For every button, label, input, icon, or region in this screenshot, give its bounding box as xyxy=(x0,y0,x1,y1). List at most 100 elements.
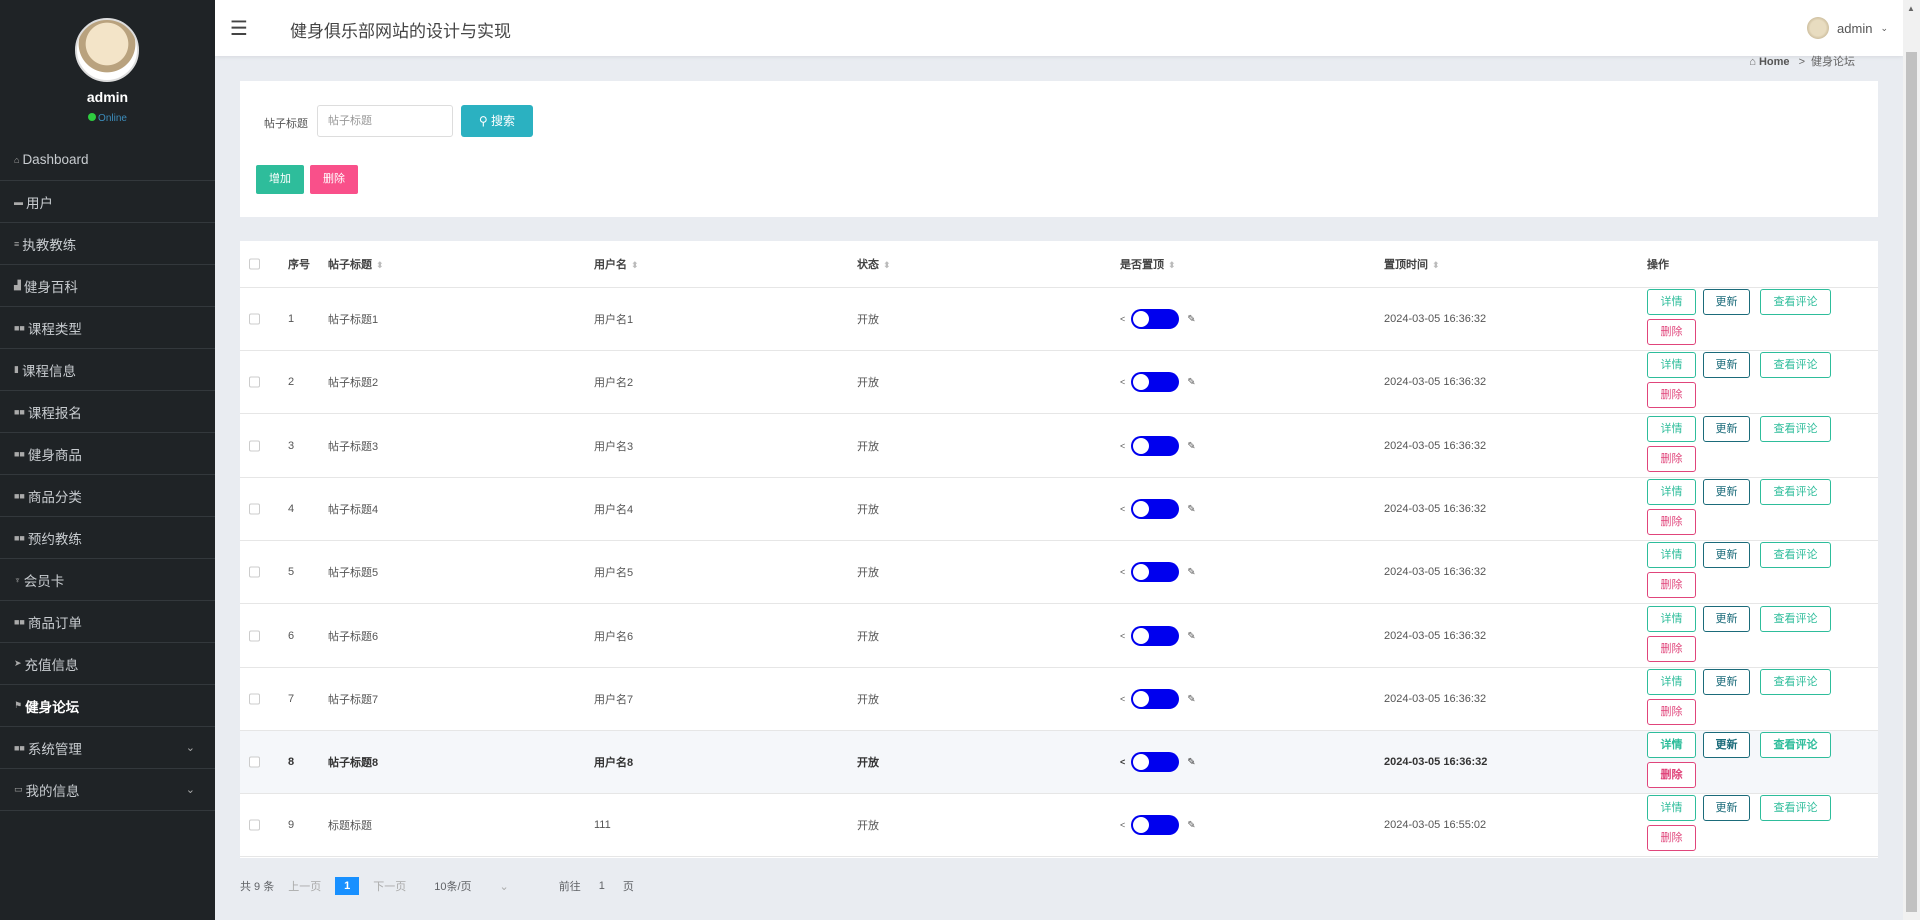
row-checkbox[interactable] xyxy=(249,503,260,515)
page-1-button[interactable]: 1 xyxy=(335,877,360,895)
edit-icon[interactable]: ✎ xyxy=(1187,314,1195,325)
edit-icon[interactable]: ✎ xyxy=(1187,757,1195,768)
sidebar-item[interactable]: ▭ 我的信息 ⌄ xyxy=(0,769,215,811)
detail-button[interactable]: 详情 xyxy=(1647,289,1696,315)
row-checkbox[interactable] xyxy=(249,819,260,831)
search-button[interactable]: ⚲ 搜索 xyxy=(461,105,533,137)
edit-icon[interactable]: ✎ xyxy=(1187,694,1195,705)
col-username[interactable]: 用户名 ⬍ xyxy=(594,256,639,272)
sort-icon[interactable]: ⬍ xyxy=(631,260,639,270)
delete-button[interactable]: 删除 xyxy=(310,165,358,194)
update-button[interactable]: 更新 xyxy=(1703,732,1750,759)
view-comments-button[interactable]: 查看评论 xyxy=(1760,795,1831,822)
edit-icon[interactable]: ✎ xyxy=(1187,377,1195,388)
prev-page-button[interactable]: 上一页 xyxy=(288,878,321,894)
update-button[interactable]: 更新 xyxy=(1703,668,1750,695)
row-delete-button[interactable]: 删除 xyxy=(1647,572,1696,599)
sidebar-item[interactable]: ■■ 课程类型 xyxy=(0,307,215,349)
sidebar-item[interactable]: ≡ 执教教练 xyxy=(0,223,215,265)
pinned-toggle[interactable] xyxy=(1131,562,1180,583)
sidebar-item[interactable]: ▟ 健身百科 xyxy=(0,265,215,307)
detail-button[interactable]: 详情 xyxy=(1647,478,1696,505)
row-checkbox[interactable] xyxy=(249,376,260,388)
sidebar-item[interactable]: ♆ 会员卡 xyxy=(0,559,215,601)
edit-icon[interactable]: ✎ xyxy=(1187,567,1195,578)
page-size-select[interactable]: 10条/页 ⌄ xyxy=(434,878,523,894)
detail-button[interactable]: 详情 xyxy=(1647,795,1696,822)
view-comments-button[interactable]: 查看评论 xyxy=(1760,542,1831,569)
add-button[interactable]: 增加 xyxy=(256,165,304,194)
sidebar-item[interactable]: ■■ 预约教练 xyxy=(0,517,215,559)
sidebar-item[interactable]: ▮ 课程信息 xyxy=(0,349,215,391)
detail-button[interactable]: 详情 xyxy=(1647,605,1696,632)
detail-button[interactable]: 详情 xyxy=(1647,542,1696,569)
edit-icon[interactable]: ✎ xyxy=(1187,504,1195,515)
user-menu[interactable]: admin ⌄ xyxy=(1807,17,1888,39)
sort-icon[interactable]: ⬍ xyxy=(376,260,384,270)
row-delete-button[interactable]: 删除 xyxy=(1647,508,1696,535)
sidebar-item[interactable]: ▬ 用户 xyxy=(0,181,215,223)
view-comments-button[interactable]: 查看评论 xyxy=(1760,289,1831,315)
menu-toggle-icon[interactable]: ☰ xyxy=(230,16,248,41)
detail-button[interactable]: 详情 xyxy=(1647,352,1696,379)
sidebar-item[interactable]: ■■ 商品分类 xyxy=(0,475,215,517)
pinned-toggle[interactable] xyxy=(1131,815,1180,836)
row-delete-button[interactable]: 删除 xyxy=(1647,698,1696,725)
edit-icon[interactable]: ✎ xyxy=(1187,630,1195,641)
row-checkbox[interactable] xyxy=(249,693,260,705)
sidebar-item[interactable]: ⌂ Dashboard xyxy=(0,139,215,181)
avatar[interactable] xyxy=(75,18,139,82)
update-button[interactable]: 更新 xyxy=(1703,605,1750,632)
row-delete-button[interactable]: 删除 xyxy=(1647,635,1696,662)
edit-icon[interactable]: ✎ xyxy=(1187,441,1195,452)
sort-icon[interactable]: ⬍ xyxy=(1432,260,1440,270)
pinned-toggle[interactable] xyxy=(1131,309,1180,329)
scroll-up-icon[interactable]: ▲ xyxy=(1907,4,1915,13)
scrollbar[interactable]: ▲ xyxy=(1903,0,1920,920)
row-delete-button[interactable]: 删除 xyxy=(1647,382,1696,409)
row-delete-button[interactable]: 删除 xyxy=(1647,825,1696,852)
view-comments-button[interactable]: 查看评论 xyxy=(1760,732,1831,759)
sidebar-item[interactable]: ■■ 课程报名 xyxy=(0,391,215,433)
pinned-toggle[interactable] xyxy=(1131,435,1180,456)
select-all-checkbox[interactable] xyxy=(249,258,260,270)
detail-button[interactable]: 详情 xyxy=(1647,668,1696,695)
row-checkbox[interactable] xyxy=(249,756,260,768)
edit-icon[interactable]: ✎ xyxy=(1187,820,1195,831)
pinned-toggle[interactable] xyxy=(1131,498,1180,519)
row-checkbox[interactable] xyxy=(249,566,260,578)
update-button[interactable]: 更新 xyxy=(1703,415,1750,442)
pinned-toggle[interactable] xyxy=(1131,752,1180,773)
row-checkbox[interactable] xyxy=(249,440,260,452)
view-comments-button[interactable]: 查看评论 xyxy=(1760,605,1831,632)
col-title[interactable]: 帖子标题 ⬍ xyxy=(328,256,384,272)
detail-button[interactable]: 详情 xyxy=(1647,415,1696,442)
row-delete-button[interactable]: 删除 xyxy=(1647,445,1696,472)
breadcrumb-home[interactable]: Home xyxy=(1759,56,1790,68)
pinned-toggle[interactable] xyxy=(1131,688,1180,709)
row-checkbox[interactable] xyxy=(249,630,260,641)
detail-button[interactable]: 详情 xyxy=(1647,732,1696,759)
update-button[interactable]: 更新 xyxy=(1703,289,1750,315)
sidebar-item[interactable]: ■■ 健身商品 xyxy=(0,433,215,475)
sidebar-item[interactable]: ■■ 商品订单 xyxy=(0,601,215,643)
pinned-toggle[interactable] xyxy=(1131,625,1180,646)
next-page-button[interactable]: 下一页 xyxy=(373,878,406,894)
sort-icon[interactable]: ⬍ xyxy=(1168,260,1176,270)
col-status[interactable]: 状态 ⬍ xyxy=(857,256,891,272)
search-input[interactable]: 帖子标题 xyxy=(317,105,453,137)
scroll-thumb[interactable] xyxy=(1906,52,1917,912)
update-button[interactable]: 更新 xyxy=(1703,795,1750,822)
goto-page-input[interactable]: 1 xyxy=(599,880,605,892)
view-comments-button[interactable]: 查看评论 xyxy=(1760,415,1831,442)
row-checkbox[interactable] xyxy=(249,313,260,325)
sidebar-item[interactable]: ■■ 系统管理 ⌄ xyxy=(0,727,215,769)
view-comments-button[interactable]: 查看评论 xyxy=(1760,352,1831,379)
update-button[interactable]: 更新 xyxy=(1703,352,1750,379)
view-comments-button[interactable]: 查看评论 xyxy=(1760,478,1831,505)
sidebar-item[interactable]: ➤ 充值信息 xyxy=(0,643,215,685)
update-button[interactable]: 更新 xyxy=(1703,478,1750,505)
update-button[interactable]: 更新 xyxy=(1703,542,1750,569)
sort-icon[interactable]: ⬍ xyxy=(883,260,891,270)
col-pin-time[interactable]: 置顶时间 ⬍ xyxy=(1384,256,1440,272)
